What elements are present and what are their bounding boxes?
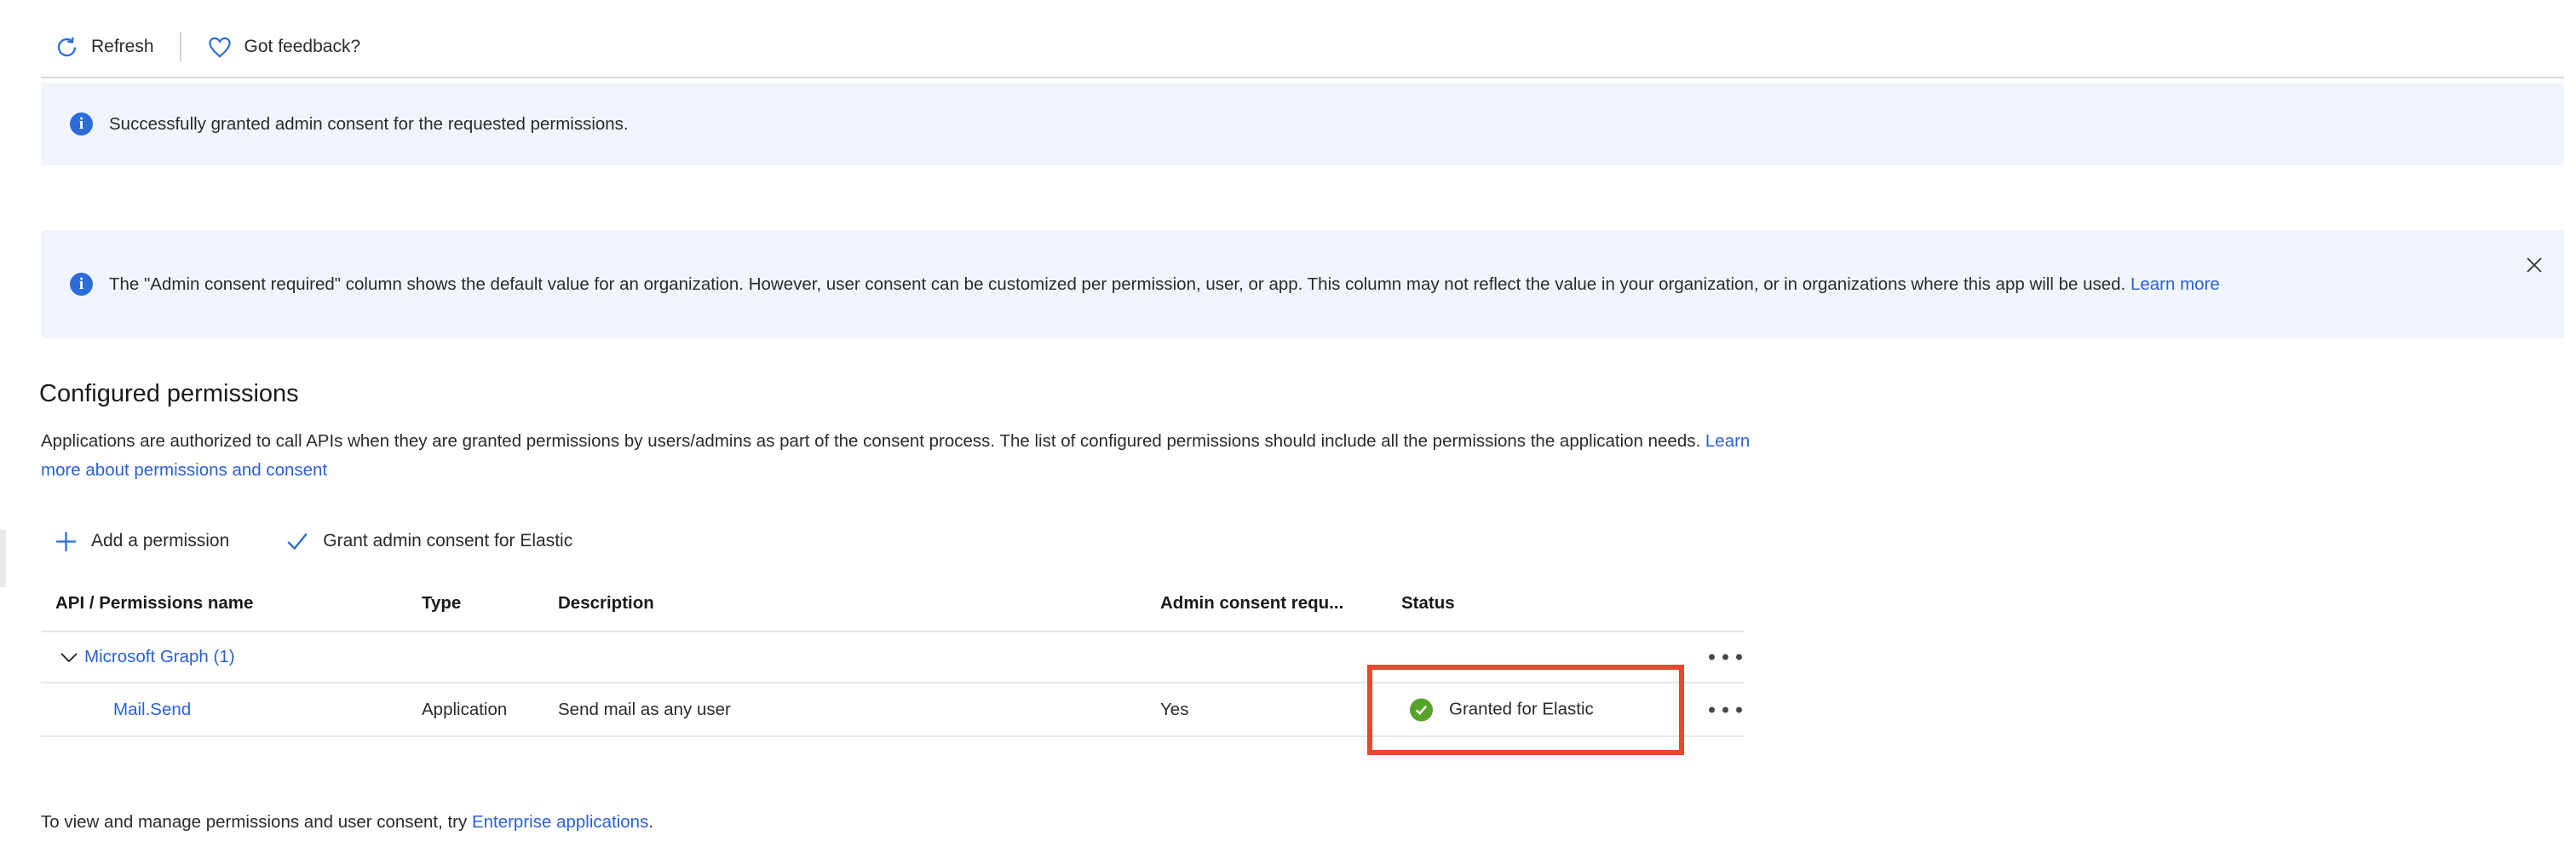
add-permission-label: Add a permission	[91, 531, 229, 551]
microsoft-graph-link[interactable]: Microsoft Graph (1)	[84, 647, 235, 667]
section-description-text: Applications are authorized to call APIs…	[41, 431, 1700, 451]
add-permission-button[interactable]: Add a permission	[55, 530, 229, 553]
success-banner: i Successfully granted admin consent for…	[41, 83, 2564, 165]
close-icon	[2523, 254, 2545, 276]
column-header-api-permissions-name[interactable]: API / Permissions name	[55, 593, 253, 614]
feedback-button[interactable]: Got feedback?	[207, 35, 361, 59]
footer-note: To view and manage permissions and user …	[41, 812, 653, 833]
command-bar: Refresh Got feedback?	[55, 24, 360, 70]
refresh-icon	[55, 35, 79, 60]
plus-icon	[55, 530, 78, 553]
granted-check-icon	[1410, 698, 1433, 721]
section-description: Applications are authorized to call APIs…	[41, 427, 1774, 485]
learn-more-link[interactable]: Learn more	[2130, 274, 2220, 294]
footer-note-text: To view and manage permissions and user …	[41, 812, 472, 832]
admin-consent-required-cell: Yes	[1160, 700, 1188, 720]
chevron-down-icon[interactable]	[58, 646, 80, 668]
refresh-label: Refresh	[91, 37, 154, 57]
mail-send-link[interactable]: Mail.Send	[113, 700, 191, 720]
api-permissions-page: Refresh Got feedback? i Successfully gra…	[0, 0, 2576, 859]
status-cell: Granted for Elastic	[1410, 698, 1594, 721]
enterprise-applications-link[interactable]: Enterprise applications	[472, 812, 648, 832]
permission-type-cell: Application	[422, 700, 507, 720]
success-banner-text: Successfully granted admin consent for t…	[109, 110, 629, 138]
feedback-label: Got feedback?	[244, 37, 361, 57]
check-icon	[285, 529, 309, 553]
more-options-icon[interactable]	[1698, 706, 1752, 712]
refresh-button[interactable]: Refresh	[55, 35, 154, 60]
permission-description-cell: Send mail as any user	[558, 700, 731, 720]
grant-admin-consent-label: Grant admin consent for Elastic	[323, 531, 572, 551]
column-header-status[interactable]: Status	[1401, 593, 1455, 614]
column-header-description[interactable]: Description	[558, 593, 654, 614]
dismiss-banner-button[interactable]	[2521, 252, 2547, 278]
info-icon: i	[70, 273, 93, 296]
permission-actions: Add a permission Grant admin consent for…	[55, 522, 572, 561]
info-icon: i	[70, 112, 93, 135]
toolbar-bottom-divider	[41, 77, 2564, 78]
page-title: Configured permissions	[39, 380, 299, 408]
configured-permissions-table: API / Permissions name Type Description …	[41, 576, 1745, 737]
column-header-admin-consent-required[interactable]: Admin consent requ...	[1160, 593, 1343, 614]
more-options-icon[interactable]	[1698, 654, 1752, 660]
toolbar-divider	[180, 32, 181, 61]
table-row-mail-send: Mail.Send Application Send mail as any u…	[41, 683, 1745, 737]
grant-admin-consent-button[interactable]: Grant admin consent for Elastic	[285, 529, 572, 553]
table-row-microsoft-graph: Microsoft Graph (1)	[41, 632, 1745, 683]
heart-icon	[207, 35, 233, 59]
left-scrollbar-thumb[interactable]	[0, 530, 6, 587]
footer-note-period: .	[648, 812, 653, 832]
column-header-type[interactable]: Type	[422, 593, 461, 614]
admin-consent-note-banner: i The "Admin consent required" column sh…	[41, 230, 2564, 338]
note-banner-text: The "Admin consent required" column show…	[109, 270, 2220, 298]
note-text: The "Admin consent required" column show…	[109, 274, 2125, 294]
table-header-row: API / Permissions name Type Description …	[41, 576, 1745, 632]
status-text: Granted for Elastic	[1449, 700, 1594, 720]
